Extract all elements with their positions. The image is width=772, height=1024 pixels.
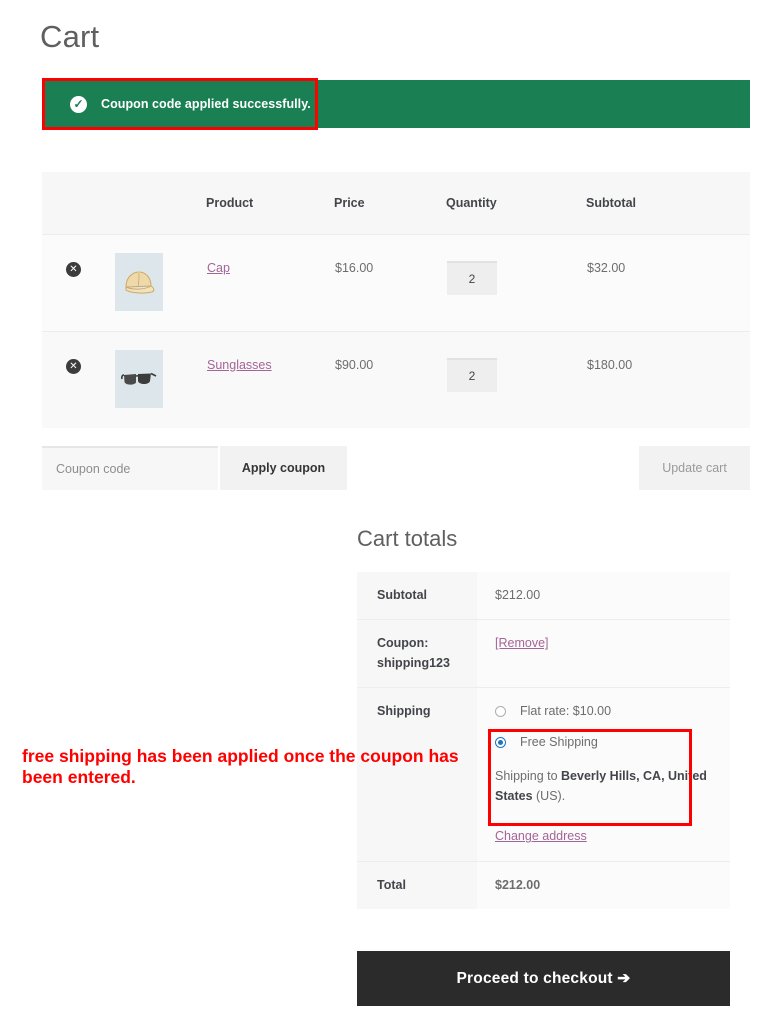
cell-price: $90.00	[334, 330, 446, 428]
totals-row-total: Total $212.00	[357, 860, 730, 910]
cell-thumbnail	[114, 233, 206, 331]
subtotal-value: $212.00	[477, 572, 730, 620]
remove-item-icon[interactable]: ✕	[66, 358, 81, 374]
shipping-option-label: Free Shipping	[520, 734, 598, 749]
remove-item-icon[interactable]: ✕	[66, 261, 81, 277]
cell-remove: ✕	[42, 330, 114, 428]
totals-row-coupon: Coupon: shipping123 [Remove]	[357, 619, 730, 688]
table-row: ✕ Sunglasses $90.00 2 $180.00	[42, 330, 750, 428]
cart-table-body: ✕ Cap $16.00 $32.00	[42, 233, 750, 428]
totals-row-subtotal: Subtotal $212.00	[357, 572, 730, 620]
cell-thumbnail	[114, 330, 206, 428]
cell-subtotal: $180.00	[586, 330, 750, 428]
coupon-value: [Remove]	[477, 619, 730, 688]
total-value: $212.00	[477, 860, 730, 910]
product-link-cap[interactable]: Cap	[207, 261, 230, 275]
coupon-label: Coupon: shipping123	[357, 619, 477, 688]
apply-coupon-button[interactable]: Apply coupon	[220, 446, 347, 490]
update-cart-button[interactable]: Update cart	[639, 446, 750, 490]
cell-price: $16.00	[334, 233, 446, 331]
check-circle-icon: ✓	[70, 95, 87, 113]
shipping-value: Flat rate: $10.00 Free Shipping Shipping…	[477, 687, 730, 862]
column-header-thumbnail	[114, 172, 206, 234]
column-header-remove	[42, 172, 114, 234]
quantity-input-sunglasses[interactable]	[447, 357, 497, 392]
proceed-to-checkout-button[interactable]: Proceed to checkout ➔	[357, 951, 730, 1006]
radio-free-shipping-icon[interactable]	[495, 736, 506, 748]
shipping-to-prefix: Shipping to	[495, 768, 562, 783]
notice-message: Coupon code applied successfully.	[101, 97, 311, 111]
shipping-option-flat-rate[interactable]: Flat rate: $10.00	[495, 702, 730, 721]
column-header-price: Price	[334, 195, 365, 210]
cell-subtotal: $32.00	[586, 233, 750, 331]
cart-table-head: Product Price Quantity Subtotal	[42, 172, 750, 234]
cell-product: Sunglasses	[206, 330, 334, 428]
shipping-option-label: Flat rate: $10.00	[520, 704, 612, 719]
change-address-wrapper: Change address	[495, 827, 730, 846]
sunglasses-thumbnail[interactable]	[115, 349, 163, 408]
column-header-product: Product	[206, 195, 254, 210]
coupon-code-input[interactable]	[42, 446, 218, 490]
page-title: Cart	[40, 19, 100, 54]
shipping-to-suffix: (US).	[532, 789, 566, 804]
cart-table-header-row: Product Price Quantity Subtotal	[42, 172, 750, 234]
cell-remove: ✕	[42, 233, 114, 331]
shipping-option-free-shipping[interactable]: Free Shipping	[495, 733, 730, 752]
column-header-subtotal: Subtotal	[586, 195, 636, 210]
quantity-input-cap[interactable]	[447, 260, 497, 295]
coupon-actions-row: Apply coupon Update cart	[42, 446, 750, 490]
cart-items-table: Product Price Quantity Subtotal ✕ Cap $1…	[42, 172, 750, 428]
cell-quantity	[446, 233, 586, 331]
cart-totals-table: Subtotal $212.00 Coupon: shipping123 [Re…	[357, 572, 730, 910]
coupon-success-notice: ✓ Coupon code applied successfully.	[42, 80, 750, 128]
cart-totals-body: Subtotal $212.00 Coupon: shipping123 [Re…	[357, 572, 730, 910]
cap-thumbnail[interactable]	[115, 252, 163, 311]
radio-flat-rate-icon[interactable]	[495, 706, 506, 718]
remove-coupon-link[interactable]: [Remove]	[495, 636, 549, 650]
cart-totals-title: Cart totals	[357, 526, 458, 551]
change-address-link[interactable]: Change address	[495, 829, 587, 843]
table-row: ✕ Cap $16.00 $32.00	[42, 233, 750, 331]
cell-quantity	[446, 330, 586, 428]
product-link-sunglasses[interactable]: Sunglasses	[207, 358, 272, 372]
column-header-quantity: Quantity	[446, 195, 497, 210]
annotation-text: free shipping has been applied once the …	[22, 746, 459, 787]
total-label: Total	[357, 860, 477, 910]
subtotal-label: Subtotal	[357, 572, 477, 620]
cell-product: Cap	[206, 233, 334, 331]
shipping-destination: Shipping to Beverly Hills, CA, United St…	[495, 766, 730, 807]
